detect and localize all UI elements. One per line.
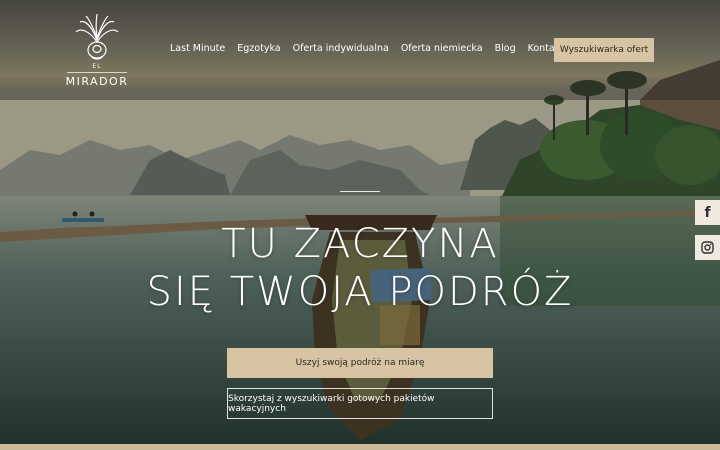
nav-item-last-minute[interactable]: Last Minute <box>170 43 225 54</box>
hero-divider <box>340 191 380 192</box>
nav-item-oferta-niemiecka[interactable]: Oferta niemiecka <box>401 43 483 54</box>
offer-search-button[interactable]: Wyszukiwarka ofert <box>554 38 654 62</box>
site-header: EL MIRADOR Last Minute Egzotyka Oferta i… <box>0 0 720 100</box>
custom-trip-button[interactable]: Uszyj swoją podróż na miarę <box>227 348 493 378</box>
facebook-icon: f <box>704 204 711 221</box>
logo-wordmark: MIRADOR <box>65 75 129 88</box>
package-search-button[interactable]: Skorzystaj z wyszukiwarki gotowych pakie… <box>227 388 493 419</box>
site-logo[interactable]: EL MIRADOR <box>62 12 132 90</box>
nav-item-oferta-indywidualna[interactable]: Oferta indywidualna <box>293 43 389 54</box>
hero-headline: TU ZACZYNA SIĘ TWOJA PODRÓŻ <box>0 220 720 316</box>
palm-tree-emblem-icon <box>75 13 119 60</box>
nav-item-blog[interactable]: Blog <box>495 43 516 54</box>
hero-headline-line-1: TU ZACZYNA <box>221 221 499 267</box>
main-navigation: Last Minute Egzotyka Oferta indywidualna… <box>170 43 576 54</box>
bottom-accent-strip <box>0 444 720 450</box>
logo-divider <box>67 72 127 73</box>
logo-prefix: EL <box>92 63 102 70</box>
hero-headline-line-2: SIĘ TWOJA PODRÓŻ <box>146 269 574 315</box>
hero-section: EL MIRADOR Last Minute Egzotyka Oferta i… <box>0 0 720 450</box>
nav-item-egzotyka[interactable]: Egzotyka <box>237 43 280 54</box>
